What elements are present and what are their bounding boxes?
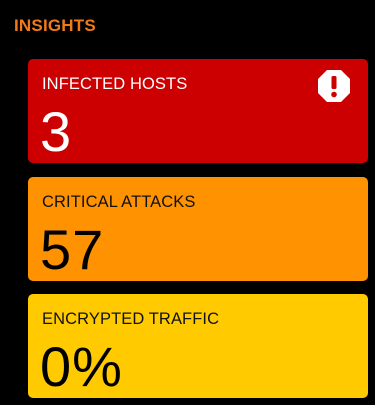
panel-title: INSIGHTS bbox=[14, 16, 96, 35]
infected-hosts-card[interactable]: INFECTED HOSTS 3 bbox=[28, 59, 368, 163]
critical-attacks-value: 57 bbox=[40, 218, 105, 281]
infected-hosts-value: 3 bbox=[40, 100, 73, 163]
encrypted-traffic-label: ENCRYPTED TRAFFIC bbox=[42, 310, 220, 328]
encrypted-traffic-value: 0% bbox=[40, 335, 123, 398]
critical-attacks-card[interactable]: CRITICAL ATTACKS 57 bbox=[28, 177, 368, 281]
infected-hosts-label: INFECTED HOSTS bbox=[42, 75, 188, 93]
critical-attacks-label: CRITICAL ATTACKS bbox=[42, 193, 196, 211]
insights-panel: INSIGHTS INFECTED HOSTS 3 CRITICAL ATTAC… bbox=[0, 0, 375, 405]
alert-octagon-icon bbox=[318, 70, 350, 102]
encrypted-traffic-card[interactable]: ENCRYPTED TRAFFIC 0% bbox=[28, 294, 368, 398]
